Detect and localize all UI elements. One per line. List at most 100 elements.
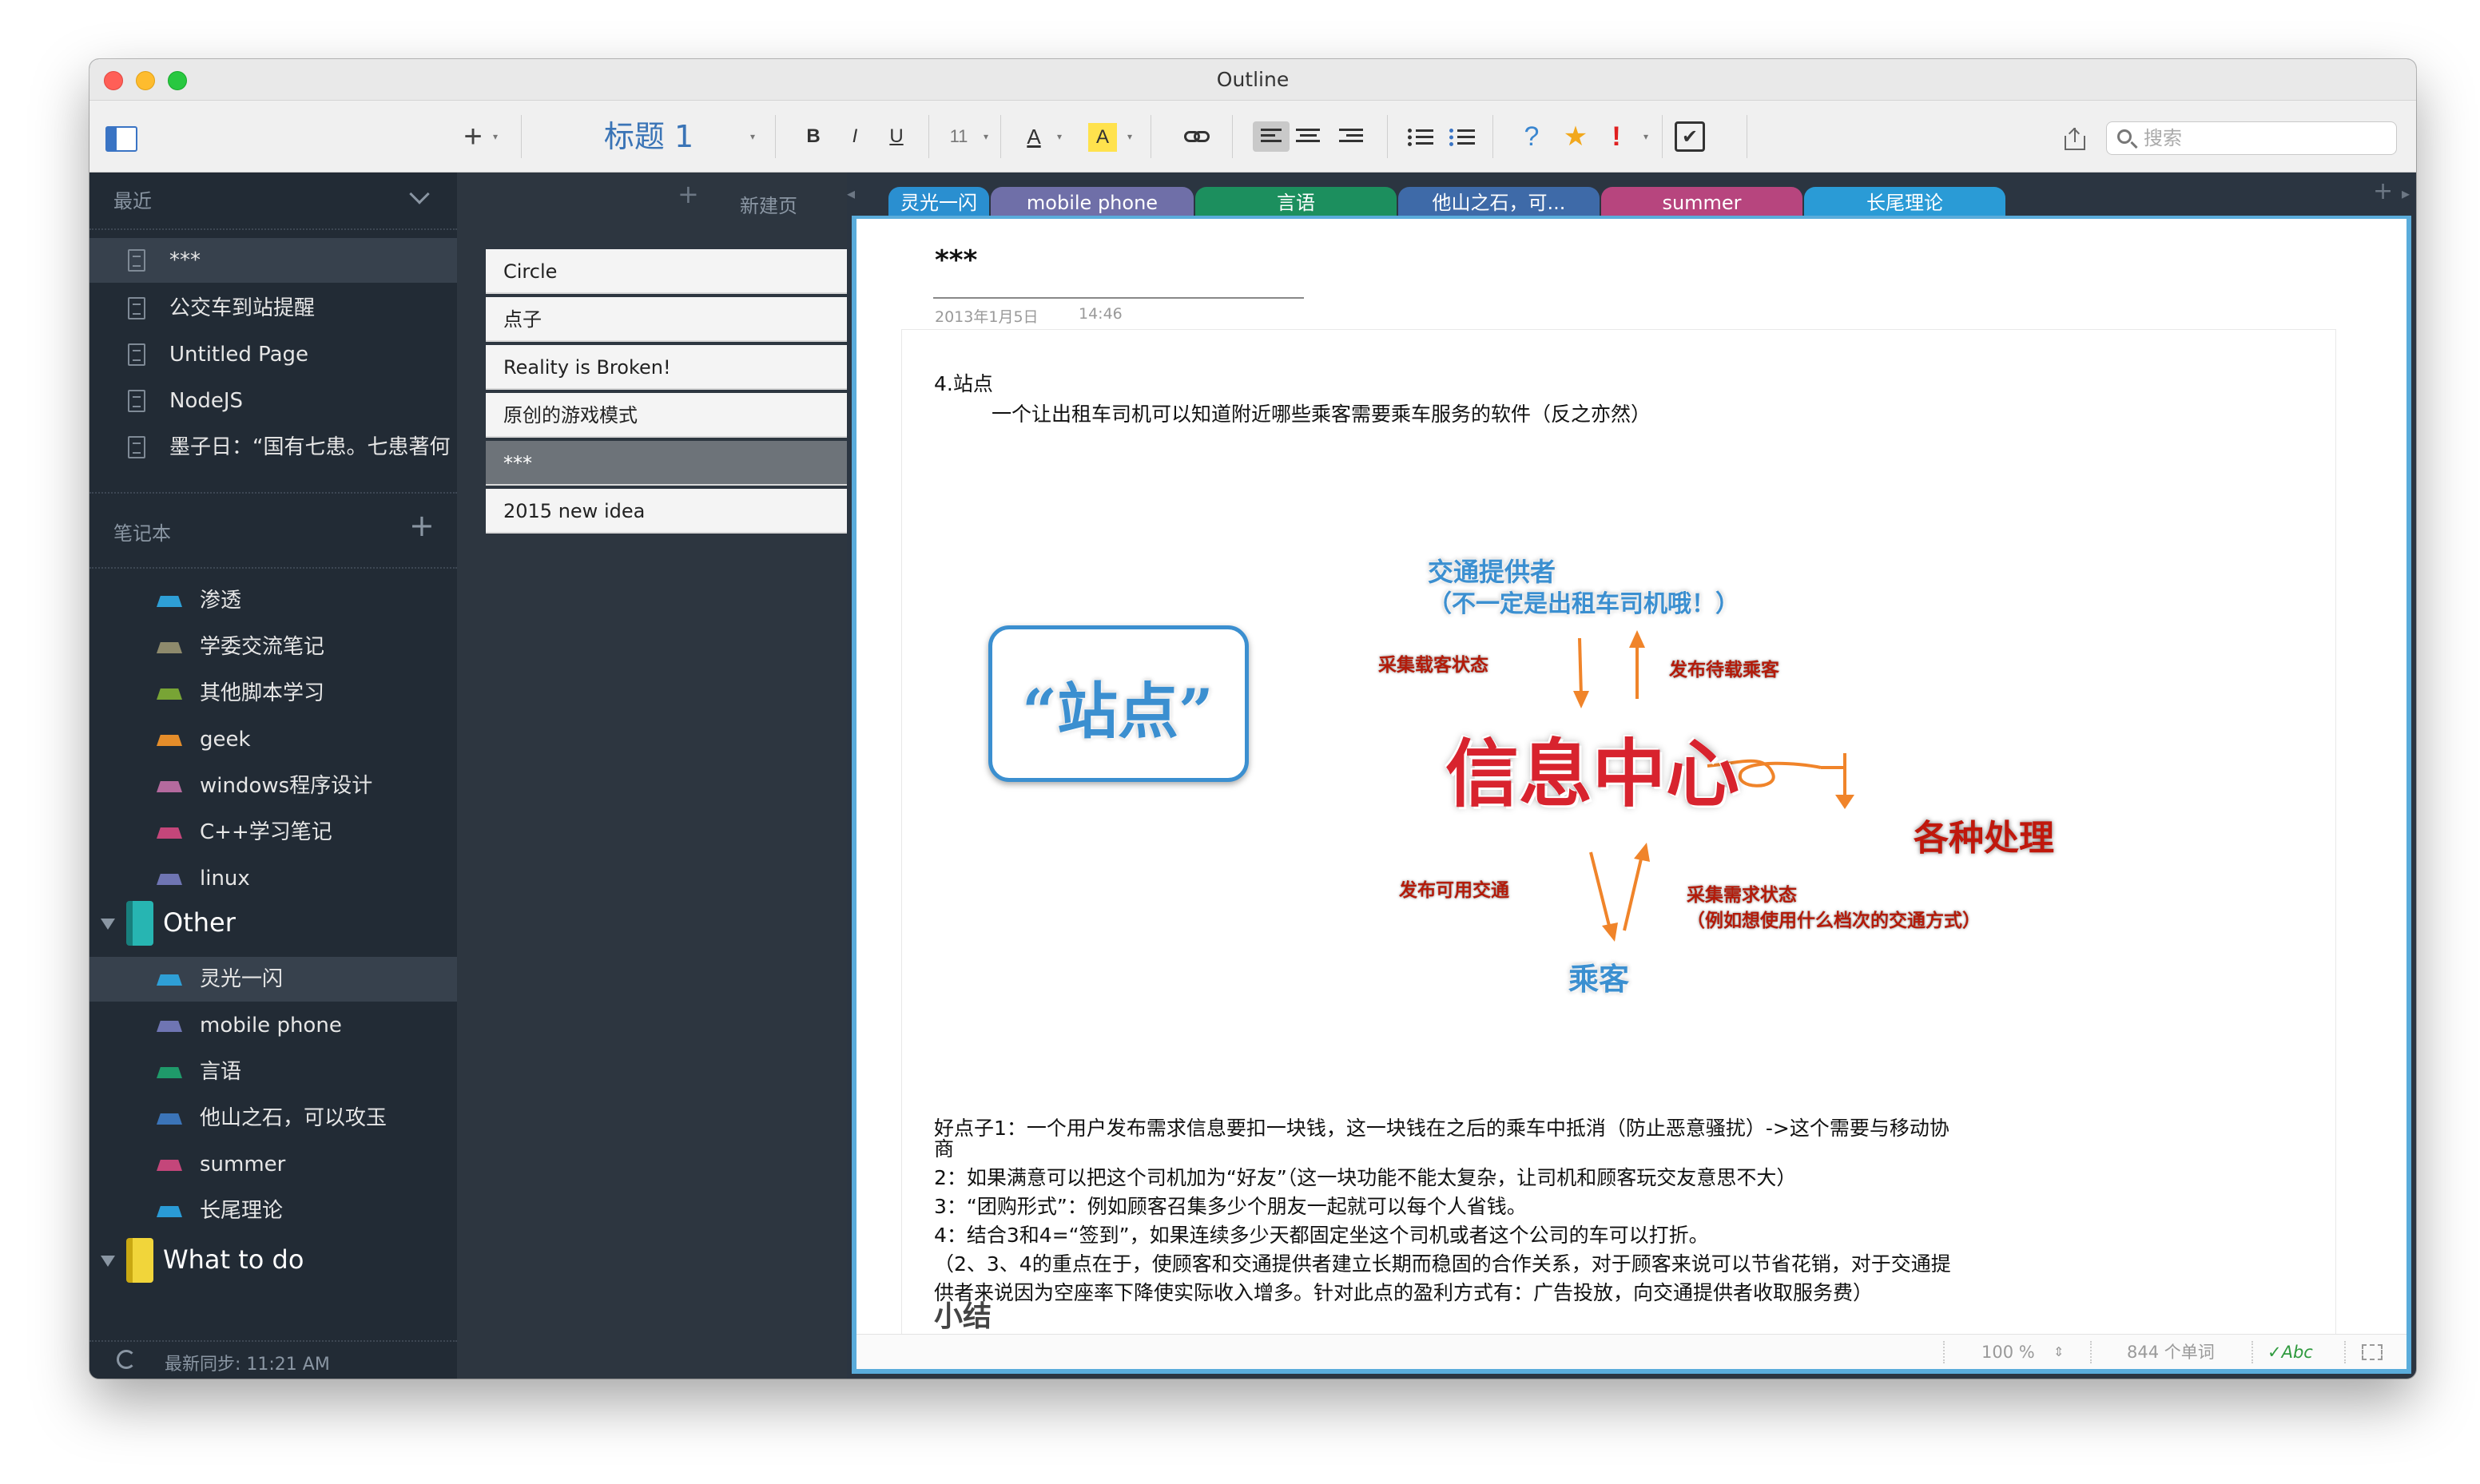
font-color-button[interactable]: A <box>1018 118 1050 155</box>
add-button[interactable]: + <box>457 118 489 155</box>
add-notebook-button[interactable]: + <box>409 508 435 543</box>
section-item[interactable]: 言语 <box>89 1050 457 1094</box>
notebook-item[interactable]: 其他脚本学习 <box>89 671 457 716</box>
heading-style-dropdown-icon[interactable]: ▾ <box>746 118 759 155</box>
tab-scroll-left-icon[interactable]: ◂ <box>847 184 855 203</box>
section-item[interactable]: 长尾理论 <box>89 1188 457 1233</box>
notebook-item[interactable]: 渗透 <box>89 578 457 623</box>
notebook-stack-todo[interactable]: What to do <box>89 1232 457 1288</box>
notebooks-header: 笔记本 <box>113 522 171 545</box>
page-item[interactable]: Circle <box>486 249 847 294</box>
notebook-stack-other[interactable]: Other <box>89 895 457 950</box>
page-item[interactable]: Reality is Broken! <box>486 345 847 390</box>
underline-button[interactable]: U <box>880 118 912 155</box>
close-window-button[interactable] <box>104 71 123 90</box>
font-color-dropdown-icon[interactable]: ▾ <box>1053 118 1066 155</box>
recent-item[interactable]: *** <box>89 238 457 283</box>
exclaim-tag-icon[interactable]: ! <box>1604 118 1628 155</box>
link-icon[interactable] <box>1184 129 1211 144</box>
tab-changwei[interactable]: 长尾理论 <box>1804 187 2005 217</box>
tab-lingguang[interactable]: 灵光一闪 <box>888 187 989 217</box>
recent-item[interactable]: Untitled Page <box>89 332 457 377</box>
page-icon <box>128 436 145 458</box>
section-icon <box>157 1206 182 1217</box>
align-right-button[interactable] <box>1339 129 1363 146</box>
spell-check-toggle[interactable]: ✓Abc <box>2267 1335 2313 1370</box>
note-paragraph[interactable]: （2、3、4的重点在于，使顾客和交通提供者建立长期而稳固的合作关系，对于顾客来说… <box>934 1250 2100 1279</box>
zoom-level[interactable]: 100 % <box>1981 1335 2035 1370</box>
sync-icon[interactable] <box>117 1350 136 1369</box>
stack-icon <box>126 1238 153 1283</box>
expand-triangle-icon[interactable] <box>101 1256 115 1267</box>
recent-item[interactable]: NodeJS <box>89 379 457 423</box>
note-paragraph[interactable]: 3：“团购形式”：例如顾客召集多少个朋友一起就可以每个人省钱。 <box>934 1192 2100 1221</box>
note-heading[interactable]: 4.站点 <box>934 368 993 397</box>
notebook-item[interactable]: geek <box>89 717 457 762</box>
search-input[interactable]: 搜索 <box>2106 121 2397 155</box>
checkbox-tag-button[interactable]: ✔ <box>1675 121 1705 152</box>
notebook-item[interactable]: C++学习笔记 <box>89 810 457 855</box>
page-item[interactable]: 原创的游戏模式 <box>486 393 847 438</box>
fullscreen-icon[interactable] <box>2362 1344 2383 1360</box>
search-icon <box>2117 129 2132 144</box>
note-title[interactable]: *** <box>935 244 977 276</box>
zoom-stepper-icon[interactable]: ⇕ <box>2053 1335 2064 1370</box>
numbered-list-button[interactable] <box>1449 129 1475 146</box>
sidebar-toggle-icon[interactable] <box>105 126 137 152</box>
tab-mobile-phone[interactable]: mobile phone <box>991 187 1194 217</box>
align-center-button[interactable] <box>1296 129 1320 146</box>
new-page-icon[interactable]: + <box>678 179 699 209</box>
note-paragraph[interactable]: 4：结合3和4=“签到”，如果连续多少天都固定坐这个司机或者这个公司的车可以打折… <box>934 1221 2100 1250</box>
star-tag-icon[interactable]: ★ <box>1561 118 1590 155</box>
heading-style-select[interactable]: 标题 1 <box>593 118 705 155</box>
note-paragraph[interactable]: 2：如果满意可以把这个司机加为“好友”（这一块功能不能太复杂，让司机和顾客玩交友… <box>934 1164 2100 1192</box>
minimize-window-button[interactable] <box>136 71 155 90</box>
align-left-button[interactable] <box>1253 121 1290 152</box>
new-page-button[interactable]: 新建页 <box>740 190 797 218</box>
page-item[interactable]: 点子 <box>486 297 847 342</box>
page-list-pane: + 新建页 Circle 点子 Reality is Broken! 原创的游戏… <box>457 173 847 1379</box>
expand-triangle-icon[interactable] <box>101 919 115 930</box>
tab-yanyu[interactable]: 言语 <box>1195 187 1397 217</box>
tab-scroll-right-icon[interactable]: ▸ <box>2402 184 2410 203</box>
note-body-text[interactable]: 好点子1：一个用户发布需求信息要扣一块钱，这一块钱在之后的乘车中抵消（防止恶意骚… <box>934 1114 2100 1331</box>
share-icon[interactable] <box>2065 127 2085 150</box>
notebook-item[interactable]: 学委交流笔记 <box>89 625 457 669</box>
section-icon <box>157 1113 182 1125</box>
font-size-select[interactable]: 11 <box>943 118 975 155</box>
section-item[interactable]: mobile phone <box>89 1003 457 1048</box>
note-subline[interactable]: 一个让出租车司机可以知道附近哪些乘客需要乘车服务的软件（反之亦然） <box>992 399 1651 427</box>
recent-item[interactable]: 公交车到站提醒 <box>89 286 457 331</box>
section-item[interactable]: 他山之石，可以攻玉 <box>89 1096 457 1141</box>
diagram-publish-wait: 发布待载乘客 <box>1669 659 1779 680</box>
collapse-recent-icon[interactable] <box>409 184 430 204</box>
section-icon <box>157 1160 182 1171</box>
notebook-icon <box>157 827 182 839</box>
note-container[interactable]: 4.站点 一个让出租车司机可以知道附近哪些乘客需要乘车服务的软件（反之亦然） “… <box>901 329 2336 1343</box>
page-item[interactable]: 2015 new idea <box>486 489 847 534</box>
tags-dropdown-icon[interactable]: ▾ <box>1639 118 1652 155</box>
page-item-selected[interactable]: *** <box>486 441 847 486</box>
tab-summer[interactable]: summer <box>1601 187 1802 217</box>
font-size-dropdown-icon[interactable]: ▾ <box>980 118 992 155</box>
toolbar: + ▾ 标题 1 ▾ B I U 11 ▾ A ▾ A ▾ ? ★ ! ▾ ✔ … <box>89 101 2416 173</box>
italic-button[interactable]: I <box>839 118 871 155</box>
section-item[interactable]: 灵光一闪 <box>89 957 457 1002</box>
question-tag-icon[interactable]: ? <box>1520 118 1544 155</box>
zoom-window-button[interactable] <box>168 71 187 90</box>
highlight-dropdown-icon[interactable]: ▾ <box>1123 118 1136 155</box>
note-paragraph[interactable]: 好点子1：一个用户发布需求信息要扣一块钱，这一块钱在之后的乘车中抵消（防止恶意骚… <box>934 1114 2100 1143</box>
bold-button[interactable]: B <box>797 118 829 155</box>
tab-tashan[interactable]: 他山之石，可... <box>1398 187 1600 217</box>
section-item[interactable]: summer <box>89 1142 457 1187</box>
add-tab-icon[interactable]: + <box>2373 177 2393 205</box>
recent-item[interactable]: 墨子日：“国有七患。七患著何 <box>89 425 457 470</box>
note-editor[interactable]: *** 2013年1月5日 14:46 4.站点 一个让出租车司机可以知道附近哪… <box>852 216 2411 1374</box>
highlight-button[interactable]: A <box>1088 123 1117 152</box>
diagram-station-label: “站点” <box>1022 676 1214 747</box>
diagram-collect-demand: 采集需求状态 <box>1687 884 1797 906</box>
notebook-item[interactable]: windows程序设计 <box>89 764 457 808</box>
section-icon <box>157 1021 182 1032</box>
bullet-list-button[interactable] <box>1408 129 1433 146</box>
add-dropdown-icon[interactable]: ▾ <box>489 118 502 155</box>
